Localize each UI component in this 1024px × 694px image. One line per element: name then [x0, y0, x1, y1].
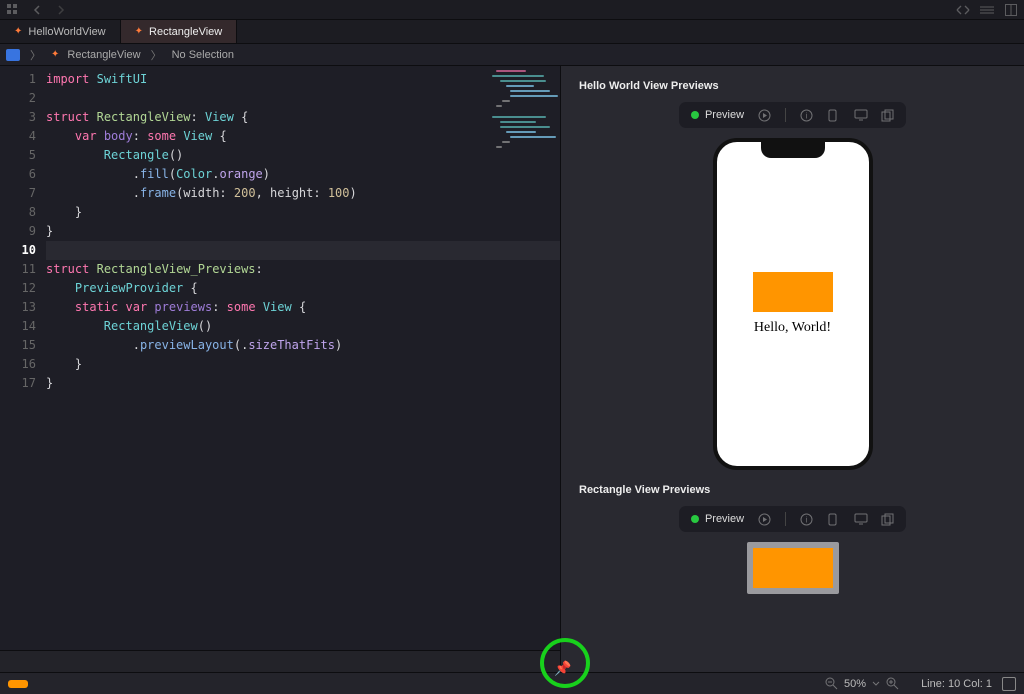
canvas: Hello World View Previews Preview i Hell…	[560, 66, 1024, 672]
live-dot-icon	[691, 515, 699, 523]
zoom-out-icon[interactable]	[825, 677, 838, 690]
panel-icon[interactable]	[1002, 677, 1016, 691]
tab-label: HelloWorldView	[28, 26, 105, 38]
line-col: Line: 10 Col: 1	[921, 678, 992, 690]
preview-label: Preview	[705, 109, 744, 121]
main: 1234567891011121314151617 import SwiftUI…	[0, 66, 1024, 672]
jump-file: RectangleView	[67, 49, 140, 61]
preview-controls: Preview i	[561, 102, 1024, 128]
top-toolbar	[0, 0, 1024, 20]
assistant-icon[interactable]	[956, 3, 970, 17]
jump-selection: No Selection	[172, 49, 234, 61]
preview-button[interactable]: Preview	[691, 109, 744, 121]
preview-control-bar: Preview i	[679, 102, 906, 128]
iphone-frame: Hello, World!	[713, 138, 873, 470]
related-items-icon[interactable]	[6, 3, 20, 17]
tab-label: RectangleView	[149, 26, 222, 38]
rectangle-preview	[753, 548, 833, 588]
rectangle-preview	[753, 272, 833, 312]
editor[interactable]: 1234567891011121314151617 import SwiftUI…	[0, 66, 560, 672]
swift-icon: ✦	[14, 26, 22, 37]
info-icon[interactable]: i	[800, 513, 813, 526]
svg-text:i: i	[806, 515, 808, 524]
jump-bar[interactable]: ✦ RectangleView No Selection	[0, 44, 1024, 66]
svg-text:i: i	[806, 111, 808, 120]
info-icon[interactable]: i	[800, 109, 813, 122]
zoom-level[interactable]: 50%	[844, 678, 866, 690]
section-title: Rectangle View Previews	[561, 470, 1024, 506]
notch	[761, 142, 825, 158]
section-title: Hello World View Previews	[561, 66, 1024, 102]
code[interactable]: import SwiftUI struct RectangleView: Vie…	[46, 66, 560, 672]
duplicate-icon[interactable]	[881, 513, 894, 526]
status-indicator	[8, 680, 28, 688]
chevron-down-icon[interactable]	[872, 681, 880, 687]
swift-icon: ✦	[135, 26, 143, 37]
sep-icon	[149, 47, 164, 63]
preview-frame	[747, 542, 839, 594]
desktop-icon[interactable]	[854, 109, 867, 122]
current-line-highlight	[46, 241, 560, 260]
play-icon[interactable]	[758, 513, 771, 526]
editor-bottom-bar	[0, 650, 560, 672]
tab-helloworldview[interactable]: ✦ HelloWorldView	[0, 20, 121, 43]
app-icon	[6, 49, 20, 61]
adjust-icon[interactable]	[980, 3, 994, 17]
play-icon[interactable]	[758, 109, 771, 122]
preview-button[interactable]: Preview	[691, 513, 744, 525]
live-dot-icon	[691, 111, 699, 119]
tab-rectangleview[interactable]: ✦ RectangleView	[121, 20, 238, 43]
status-bar: 50% Line: 10 Col: 1	[0, 672, 1024, 694]
back-icon[interactable]	[30, 3, 44, 17]
device-icon[interactable]	[827, 513, 840, 526]
add-editor-icon[interactable]	[1004, 3, 1018, 17]
swift-icon: ✦	[51, 49, 59, 60]
forward-icon[interactable]	[54, 3, 68, 17]
device-icon[interactable]	[827, 109, 840, 122]
duplicate-icon[interactable]	[881, 109, 894, 122]
zoom-controls: 50%	[825, 677, 899, 690]
hello-world-text: Hello, World!	[754, 320, 831, 336]
zoom-in-icon[interactable]	[886, 677, 899, 690]
size-that-fits-preview[interactable]	[561, 542, 1024, 594]
preview-label: Preview	[705, 513, 744, 525]
preview-controls: Preview i	[561, 506, 1024, 532]
tabs-row: ✦ HelloWorldView ✦ RectangleView	[0, 20, 1024, 44]
sep-icon	[28, 47, 43, 63]
divider	[785, 108, 786, 122]
gutter: 1234567891011121314151617	[0, 66, 46, 672]
divider	[785, 512, 786, 526]
preview-control-bar: Preview i	[679, 506, 906, 532]
desktop-icon[interactable]	[854, 513, 867, 526]
phone-preview[interactable]: Hello, World!	[561, 138, 1024, 470]
